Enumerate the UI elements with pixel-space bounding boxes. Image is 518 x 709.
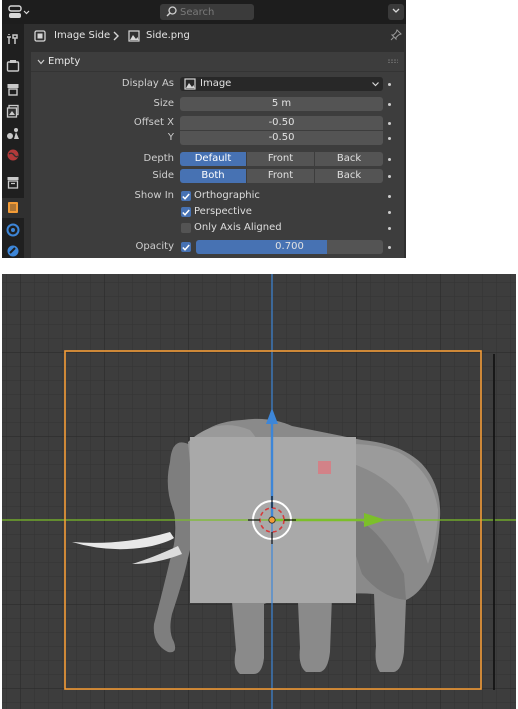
collection-icon[interactable] bbox=[6, 175, 20, 189]
physics-icon[interactable] bbox=[6, 223, 20, 237]
keyframe-dot[interactable] bbox=[388, 246, 391, 249]
side-option-both[interactable]: Both bbox=[180, 169, 246, 183]
keyframe-dot[interactable] bbox=[388, 83, 391, 86]
editor-type-icon bbox=[8, 4, 34, 20]
keyframe-dot[interactable] bbox=[388, 195, 391, 198]
panel-header[interactable]: Empty bbox=[31, 52, 404, 72]
side-option-front[interactable]: Front bbox=[247, 169, 314, 183]
drag-grip-icon[interactable] bbox=[388, 59, 398, 63]
perspective-checkbox[interactable] bbox=[181, 207, 191, 217]
display-as-label: Display As bbox=[121, 78, 174, 89]
only-axis-aligned-checkbox[interactable] bbox=[181, 223, 191, 233]
output-icon[interactable] bbox=[6, 82, 20, 96]
offset-y-label: Y bbox=[167, 132, 174, 143]
side-label: Side bbox=[152, 170, 174, 181]
keyframe-dot[interactable] bbox=[388, 122, 391, 125]
checkmark-icon bbox=[182, 209, 190, 216]
opacity-slider-fill bbox=[196, 240, 327, 254]
keyframe-dot[interactable] bbox=[388, 103, 391, 106]
image-icon bbox=[184, 78, 196, 90]
checkmark-icon bbox=[182, 244, 190, 251]
keyframe-dot[interactable] bbox=[388, 211, 391, 214]
offset-x-field[interactable]: -0.50 bbox=[180, 116, 383, 130]
object-origin-icon bbox=[268, 516, 276, 524]
orthographic-checkbox[interactable] bbox=[181, 191, 191, 201]
orthographic-label: Orthographic bbox=[194, 190, 260, 201]
offset-x-label: Offset X bbox=[133, 117, 174, 128]
search-input[interactable] bbox=[180, 5, 250, 19]
panel-title: Empty bbox=[48, 56, 81, 67]
keyframe-dot[interactable] bbox=[388, 137, 391, 140]
image-icon bbox=[128, 30, 140, 42]
show-in-label: Show In bbox=[134, 190, 174, 201]
opacity-label: Opacity bbox=[135, 241, 174, 252]
light-probe-marker bbox=[318, 461, 331, 474]
viewport-canvas[interactable] bbox=[2, 274, 516, 709]
3d-viewport[interactable] bbox=[2, 274, 516, 709]
size-field[interactable]: 5 m bbox=[180, 97, 383, 111]
keyframe-dot[interactable] bbox=[388, 175, 391, 178]
editor-type-selector[interactable] bbox=[8, 4, 34, 20]
side-option-back[interactable]: Back bbox=[315, 169, 383, 183]
search-icon bbox=[166, 6, 177, 20]
opacity-value: 0.700 bbox=[275, 241, 304, 252]
breadcrumb-separator-icon bbox=[113, 31, 119, 41]
object-icon[interactable] bbox=[2, 198, 24, 218]
options-menu-button[interactable] bbox=[388, 4, 404, 20]
view-layer-icon[interactable] bbox=[6, 104, 20, 118]
opacity-enable-checkbox[interactable] bbox=[181, 242, 191, 252]
perspective-label: Perspective bbox=[194, 206, 252, 217]
depth-option-front[interactable]: Front bbox=[247, 152, 314, 166]
keyframe-dot[interactable] bbox=[388, 227, 391, 230]
empty-object-icon bbox=[34, 30, 46, 42]
chevron-down-icon bbox=[372, 82, 379, 87]
display-as-dropdown[interactable]: Image bbox=[180, 77, 383, 91]
opacity-slider[interactable]: 0.700 bbox=[196, 240, 383, 254]
depth-option-back[interactable]: Back bbox=[315, 152, 383, 166]
render-icon[interactable] bbox=[6, 59, 20, 73]
pin-icon[interactable] bbox=[390, 29, 402, 41]
expand-arrow-icon bbox=[37, 59, 45, 65]
size-label: Size bbox=[153, 98, 174, 109]
keyframe-dot[interactable] bbox=[388, 158, 391, 161]
only-axis-aligned-label: Only Axis Aligned bbox=[194, 222, 282, 233]
world-icon[interactable] bbox=[6, 148, 20, 162]
checkmark-icon bbox=[182, 193, 190, 200]
constraints-icon[interactable] bbox=[6, 244, 20, 258]
properties-tab-column bbox=[2, 24, 24, 258]
menu-chevron-icon bbox=[388, 8, 404, 14]
tool-icon[interactable] bbox=[6, 32, 20, 46]
search-field[interactable] bbox=[160, 4, 254, 20]
depth-option-default[interactable]: Default bbox=[180, 152, 246, 166]
depth-label: Depth bbox=[143, 153, 174, 164]
properties-header bbox=[2, 0, 406, 24]
scene-icon[interactable] bbox=[6, 126, 20, 140]
properties-editor: Image Side Side.png Empty Display As Ima… bbox=[2, 0, 406, 258]
breadcrumb: Image Side Side.png bbox=[24, 24, 406, 48]
offset-y-field[interactable]: -0.50 bbox=[180, 131, 383, 145]
breadcrumb-object-name: Image Side bbox=[54, 30, 111, 41]
display-as-value: Image bbox=[200, 78, 232, 89]
breadcrumb-data-name: Side.png bbox=[146, 30, 190, 41]
